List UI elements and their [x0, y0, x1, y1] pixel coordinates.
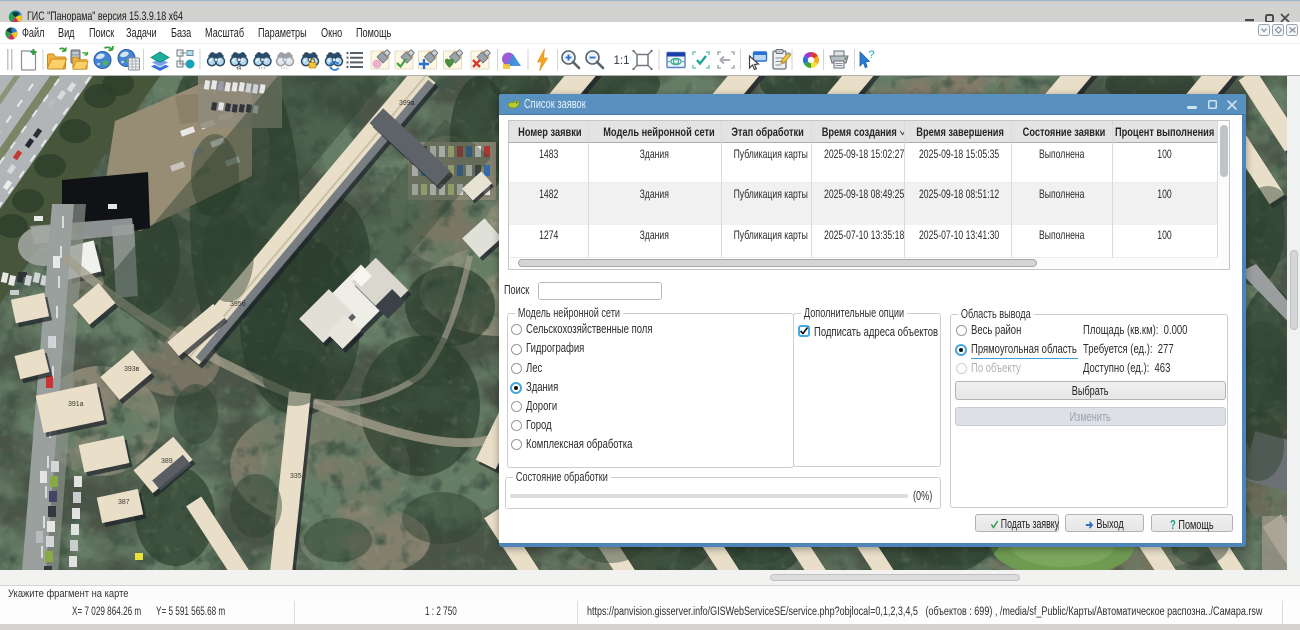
svg-text:a: a — [236, 62, 241, 72]
svg-text:393в: 393в — [124, 366, 140, 373]
svg-text:389: 389 — [161, 458, 173, 465]
svg-text:335: 335 — [290, 473, 302, 480]
svg-text:399а: 399а — [399, 100, 415, 107]
svg-text:...: ... — [258, 61, 266, 71]
svg-text:387: 387 — [118, 499, 130, 506]
svg-text:395б: 395б — [230, 300, 246, 308]
svg-text:?: ? — [869, 49, 875, 61]
svg-text:1:1: 1:1 — [614, 55, 630, 67]
svg-text:...: ... — [281, 61, 289, 71]
svg-text:391а: 391а — [68, 401, 84, 408]
